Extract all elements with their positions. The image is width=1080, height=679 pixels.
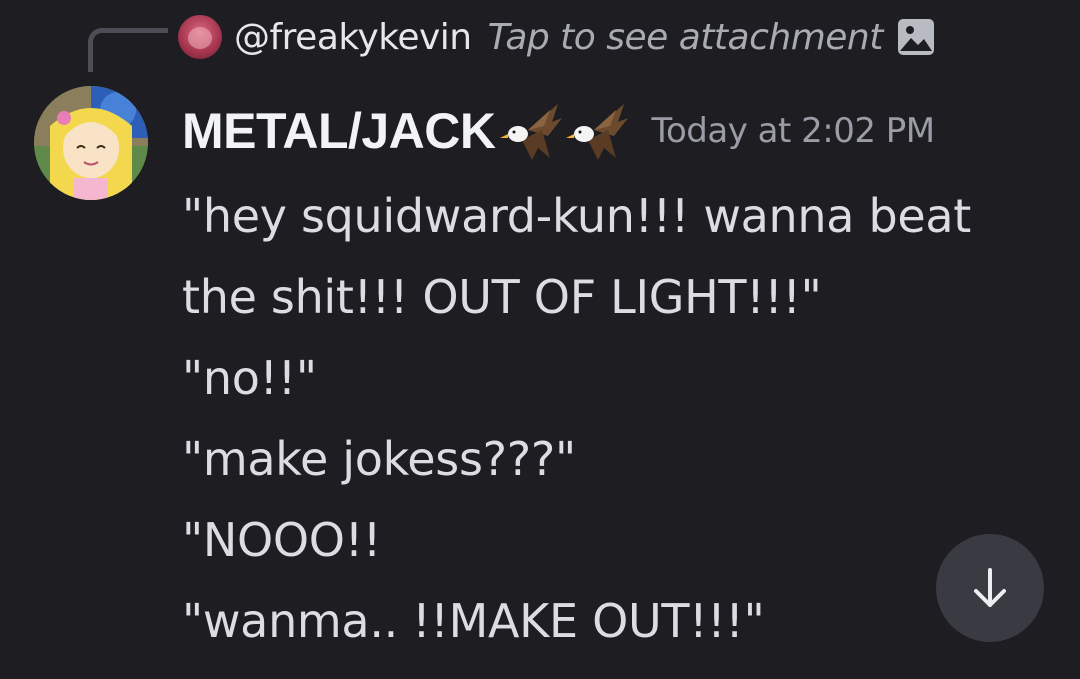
- chat-view: @freakykevin Tap to see attachment METAL…: [0, 0, 1080, 679]
- jump-to-bottom-button[interactable]: [936, 534, 1044, 642]
- avatar[interactable]: [34, 86, 148, 200]
- author-name[interactable]: METAL/JACK: [182, 102, 496, 160]
- reply-connector: [88, 28, 168, 72]
- message-line: "no!!": [182, 351, 317, 405]
- reply-text[interactable]: Tap to see attachment: [488, 17, 884, 58]
- message-header: METAL/JACK Today at 2:02 PM: [182, 96, 935, 166]
- arrow-down-icon: [974, 568, 1006, 607]
- reply-username[interactable]: @freakykevin: [234, 17, 472, 58]
- message-line: "NOOO!!: [182, 513, 381, 567]
- author-emoji: [498, 100, 630, 162]
- message-line: "hey squidward-kun!!! wanna beat: [182, 189, 971, 243]
- reply-avatar[interactable]: [178, 15, 222, 59]
- message-timestamp: Today at 2:02 PM: [651, 111, 936, 151]
- message-body[interactable]: "hey squidward-kun!!! wanna beat the shi…: [182, 176, 1052, 662]
- eagle-icon: [565, 104, 628, 160]
- message-line: the shit!!! OUT OF LIGHT!!!": [182, 270, 822, 324]
- image-icon: [897, 18, 935, 56]
- message-line: "make jokess???": [182, 432, 576, 486]
- eagle-icon: [499, 104, 562, 160]
- reply-preview[interactable]: @freakykevin Tap to see attachment: [178, 10, 935, 64]
- message-line: "wanma.. !!MAKE OUT!!!": [182, 594, 765, 648]
